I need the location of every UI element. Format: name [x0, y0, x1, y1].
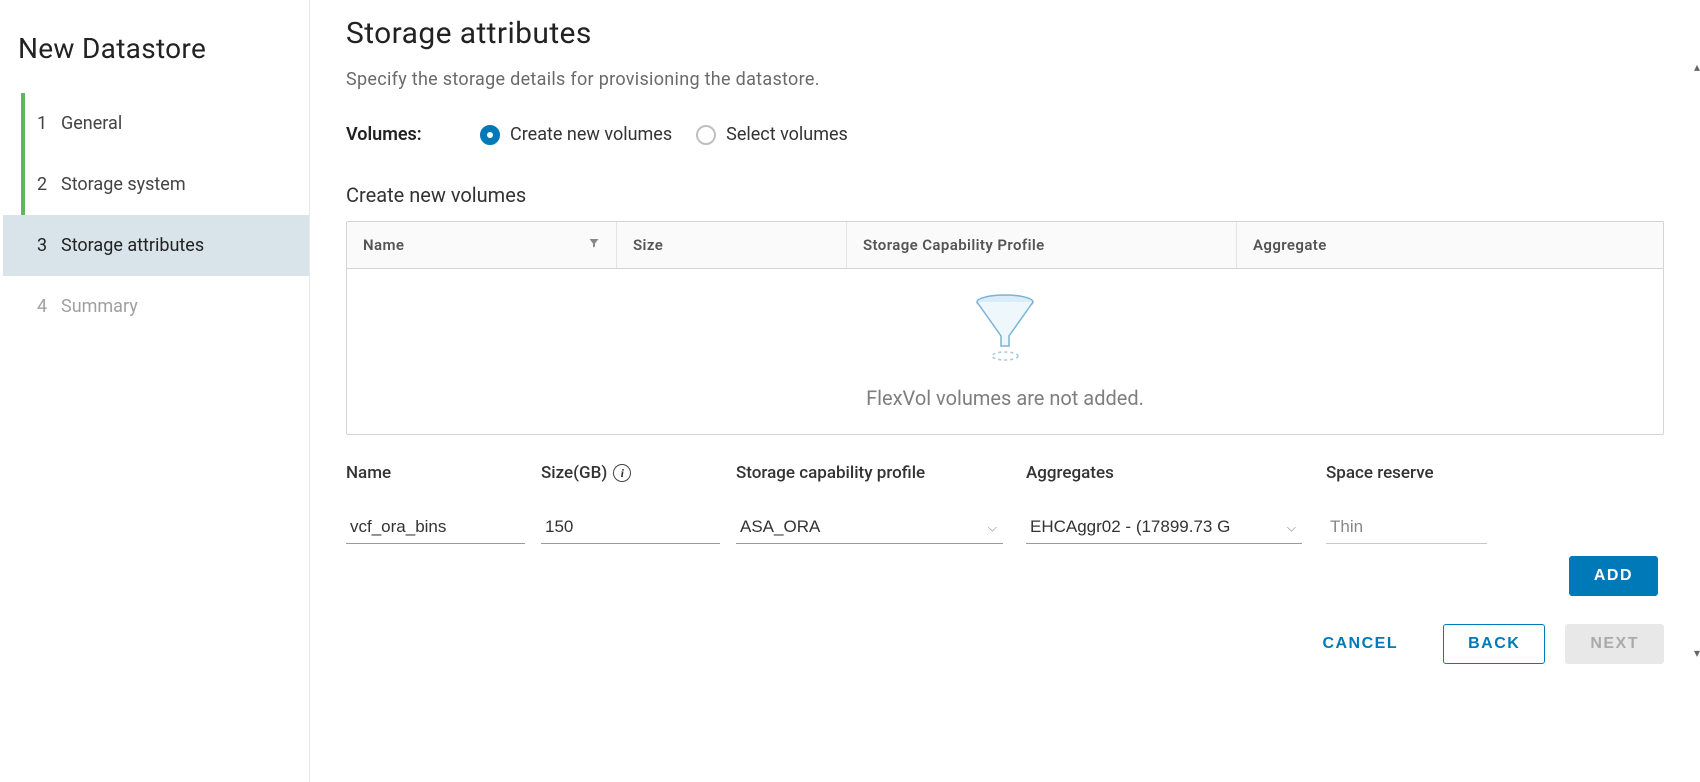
step-storage-attributes[interactable]: 3 Storage attributes — [3, 215, 309, 276]
volumes-radio-group: Volumes: Create new volumes Select volum… — [346, 124, 1664, 145]
step-number: 2 — [37, 174, 51, 195]
filter-icon[interactable] — [588, 237, 600, 253]
funnel-icon — [973, 294, 1037, 368]
page-subtitle: Specify the storage details for provisio… — [346, 69, 1664, 90]
col-aggregate[interactable]: Aggregate — [1237, 222, 1663, 268]
app-root: New Datastore 1 General 2 Storage system… — [0, 0, 1700, 782]
profile-select[interactable] — [736, 511, 1003, 544]
step-number: 4 — [37, 296, 51, 317]
create-volumes-heading: Create new volumes — [346, 183, 1664, 207]
radio-create-new-volumes[interactable]: Create new volumes — [480, 124, 672, 145]
step-label: Storage system — [61, 174, 186, 195]
name-input[interactable] — [346, 511, 525, 544]
radio-label: Select volumes — [726, 124, 848, 145]
form-col-name: Name — [346, 463, 541, 544]
volumes-table: Name Size Storage Capability Profile Agg… — [346, 221, 1664, 435]
aggregates-select[interactable] — [1026, 511, 1302, 544]
add-button-row: ADD — [346, 556, 1664, 596]
radio-dot-icon — [696, 125, 716, 145]
step-label: General — [61, 113, 122, 134]
reserve-input — [1326, 511, 1487, 544]
form-col-profile: Storage capability profile ⌵ — [736, 463, 1026, 544]
reserve-label: Space reserve — [1326, 463, 1501, 483]
aggregates-label: Aggregates — [1026, 463, 1326, 483]
step-number: 1 — [37, 113, 51, 134]
step-storage-system[interactable]: 2 Storage system — [3, 154, 309, 215]
name-label: Name — [346, 463, 541, 483]
step-label: Summary — [61, 296, 138, 317]
size-label-text: Size(GB) — [541, 463, 607, 483]
volumes-label: Volumes: — [346, 124, 456, 145]
radio-select-volumes[interactable]: Select volumes — [696, 124, 848, 145]
page-title: Storage attributes — [346, 16, 1664, 51]
table-header-row: Name Size Storage Capability Profile Agg… — [347, 222, 1663, 269]
col-size[interactable]: Size — [617, 222, 847, 268]
scroll-down-arrow-icon[interactable]: ▾ — [1694, 646, 1700, 660]
add-button[interactable]: ADD — [1569, 556, 1658, 596]
col-name[interactable]: Name — [347, 222, 617, 268]
wizard-footer: CANCEL BACK NEXT — [346, 618, 1664, 682]
main-panel: Storage attributes Specify the storage d… — [310, 0, 1700, 782]
back-button[interactable]: BACK — [1443, 624, 1545, 664]
col-label: Name — [363, 236, 404, 254]
form-col-size: Size(GB) i — [541, 463, 736, 544]
step-number: 3 — [37, 235, 51, 256]
form-col-aggregates: Aggregates ⌵ — [1026, 463, 1326, 544]
step-general[interactable]: 1 General — [3, 93, 309, 154]
scrollbar[interactable]: ▴ ▾ — [1686, 60, 1700, 660]
radio-dot-icon — [480, 125, 500, 145]
wizard-steps: 1 General 2 Storage system 3 Storage att… — [0, 93, 309, 337]
radio-label: Create new volumes — [510, 124, 672, 145]
table-empty-state: FlexVol volumes are not added. — [347, 269, 1663, 434]
cancel-button[interactable]: CANCEL — [1297, 624, 1423, 664]
step-label: Storage attributes — [61, 235, 204, 256]
size-label: Size(GB) i — [541, 463, 736, 483]
wizard-title: New Datastore — [0, 20, 309, 93]
step-summary: 4 Summary — [3, 276, 309, 337]
info-icon[interactable]: i — [613, 464, 631, 482]
profile-label: Storage capability profile — [736, 463, 1026, 483]
volume-form: Name Size(GB) i Storage capability profi… — [346, 463, 1664, 544]
wizard-sidebar: New Datastore 1 General 2 Storage system… — [0, 0, 310, 782]
col-label: Aggregate — [1253, 236, 1327, 254]
col-profile[interactable]: Storage Capability Profile — [847, 222, 1237, 268]
col-label: Size — [633, 236, 663, 254]
scroll-up-arrow-icon[interactable]: ▴ — [1694, 60, 1700, 74]
next-button: NEXT — [1565, 624, 1664, 664]
form-col-reserve: Space reserve — [1326, 463, 1501, 544]
size-input[interactable] — [541, 511, 720, 544]
col-label: Storage Capability Profile — [863, 236, 1045, 254]
empty-message: FlexVol volumes are not added. — [866, 386, 1144, 410]
